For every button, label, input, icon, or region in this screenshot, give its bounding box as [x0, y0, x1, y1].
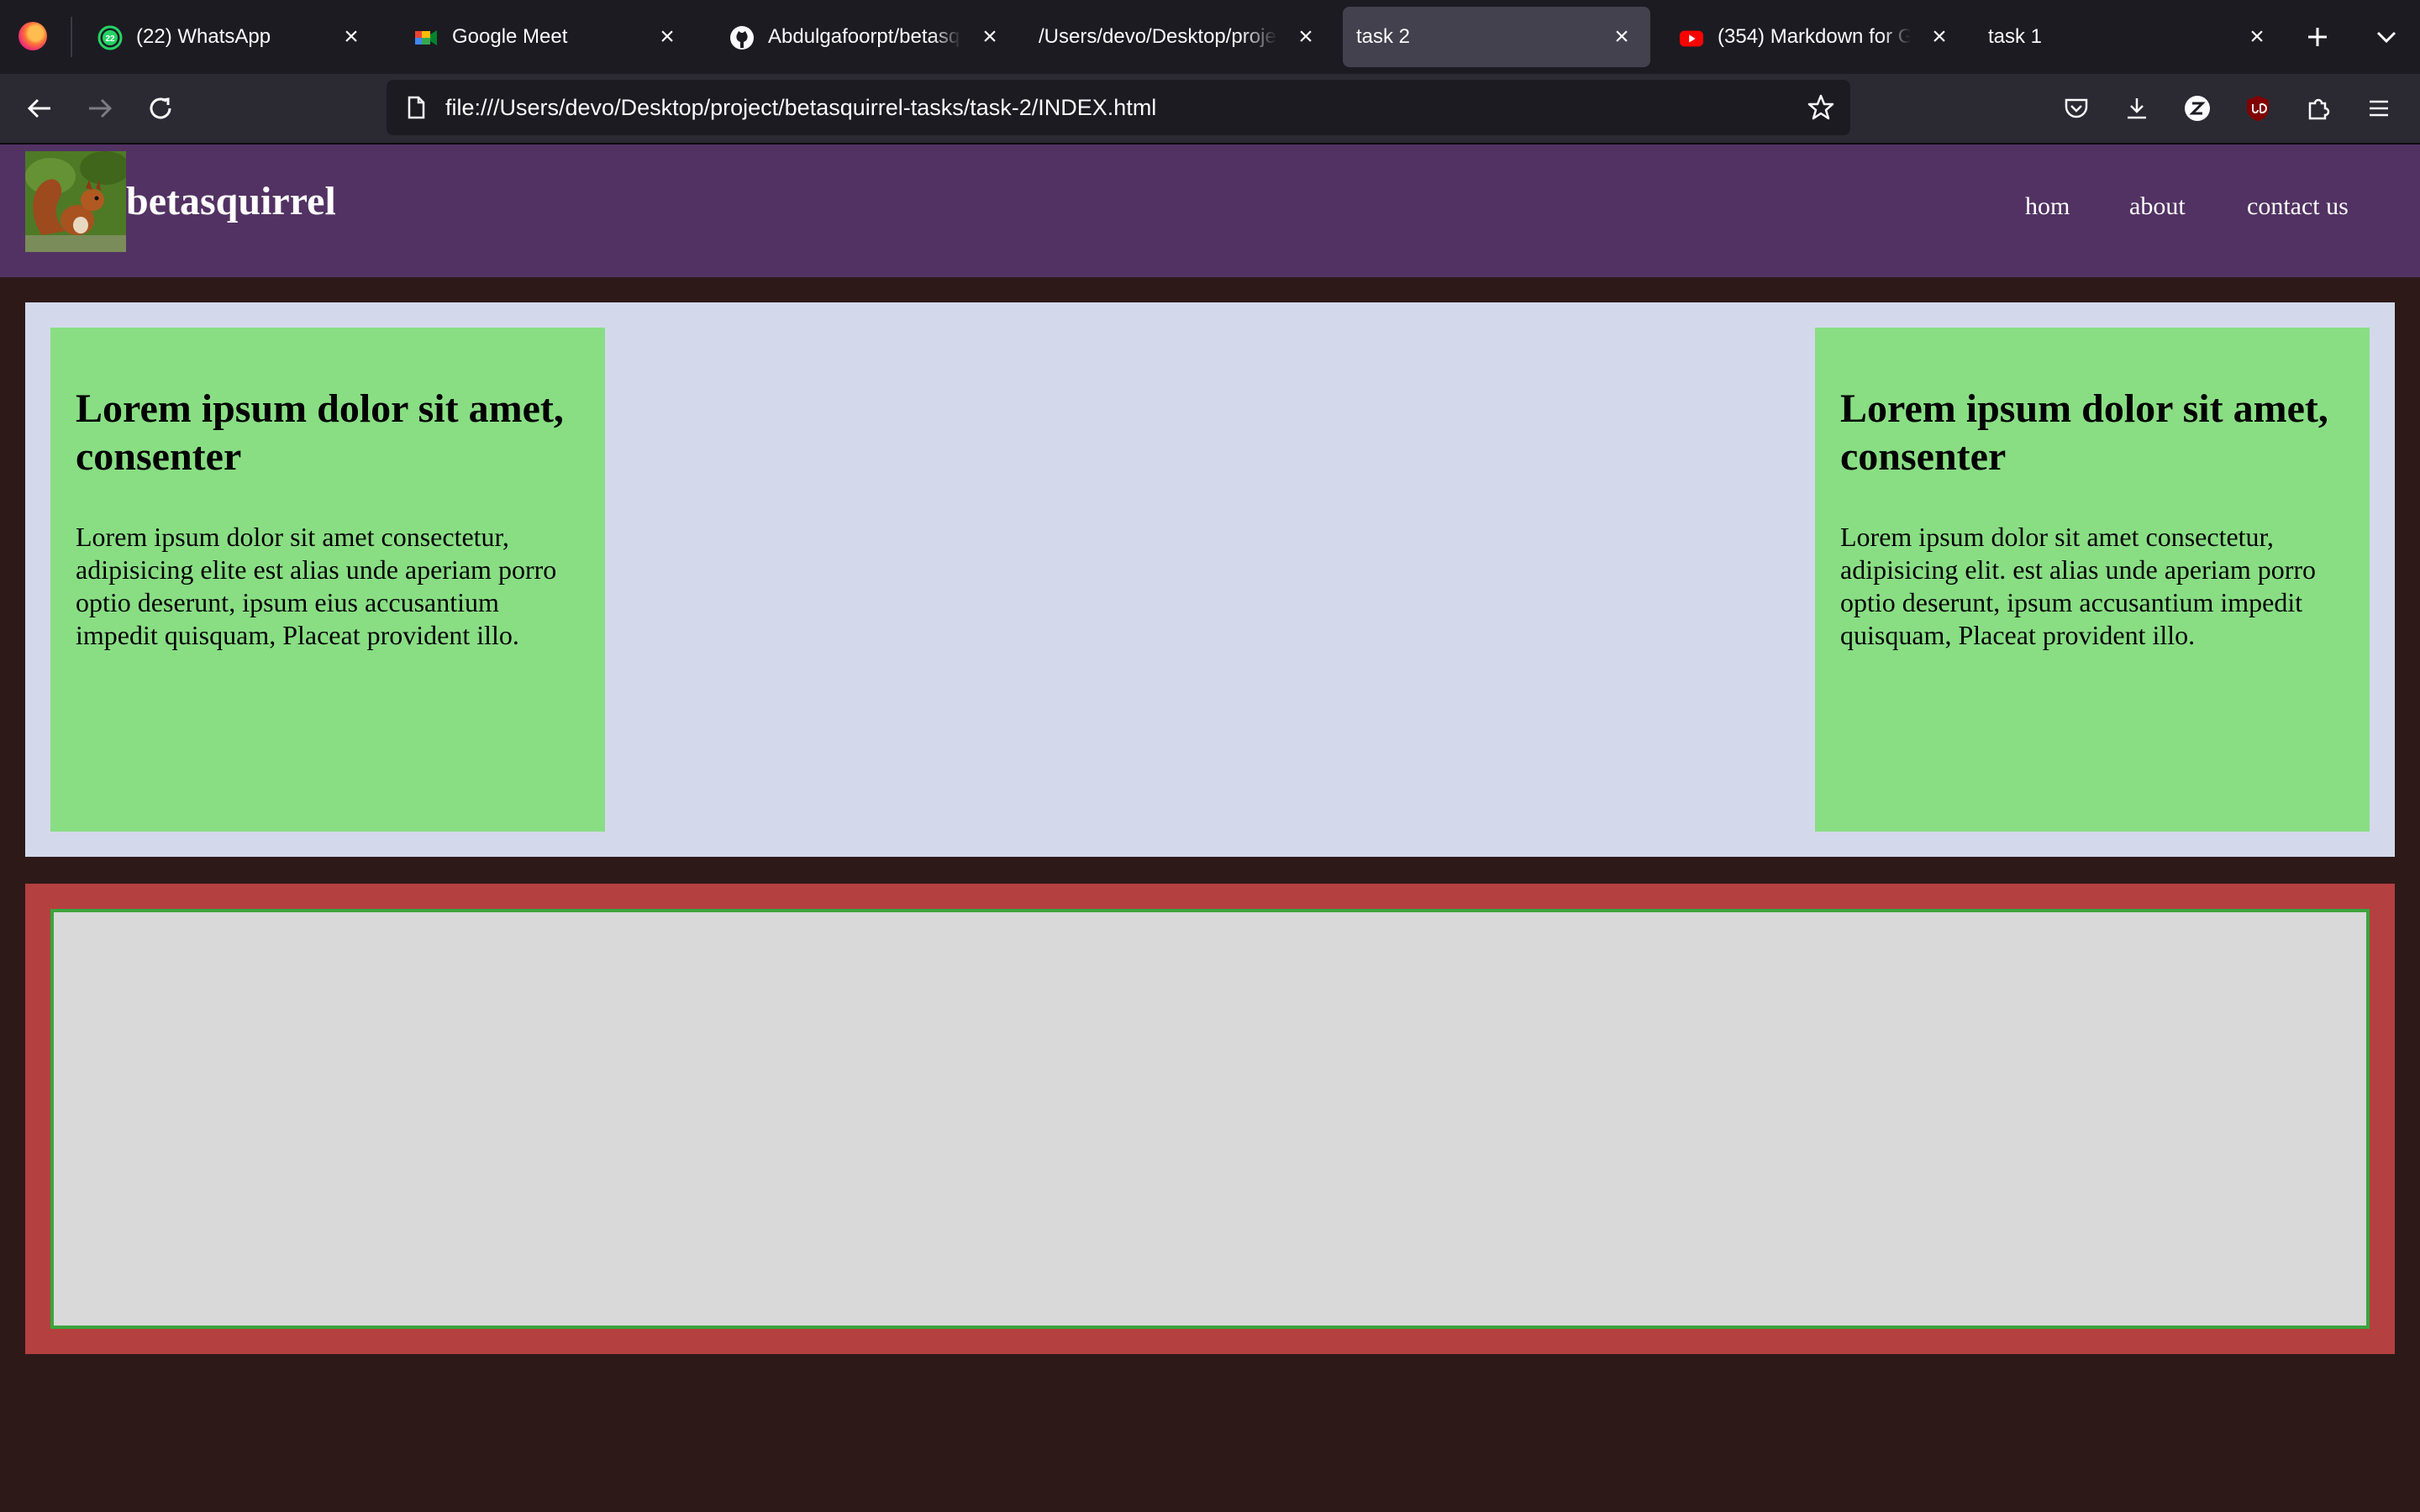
google-meet-icon [413, 25, 439, 50]
close-icon[interactable]: × [2244, 24, 2270, 50]
nav-link-about[interactable]: about [2129, 190, 2186, 223]
close-icon[interactable]: × [1292, 24, 1319, 50]
browser-window: 22 (22) WhatsApp × Google Meet × Abdulga… [0, 0, 2420, 1512]
url-text[interactable]: file:///Users/devo/Desktop/project/betas… [445, 93, 1156, 122]
reload-button[interactable] [139, 87, 182, 129]
site-header: betasquirrel hom about contact us [0, 144, 2420, 277]
tab-task-1[interactable]: task 1 × [1975, 7, 2286, 67]
inner-content-box [50, 909, 2370, 1329]
tab-label: Google Meet [452, 25, 568, 48]
tab-label: (22) WhatsApp [136, 25, 271, 48]
chevron-down-icon [2376, 31, 2396, 44]
url-bar[interactable]: file:///Users/devo/Desktop/project/betas… [387, 80, 1850, 135]
brand-name: betasquirrel [126, 179, 336, 223]
close-icon[interactable]: × [338, 24, 365, 50]
whatsapp-icon: 22 [97, 25, 123, 50]
forward-button[interactable] [79, 87, 121, 129]
zotero-extension-button[interactable] [2176, 87, 2218, 129]
download-icon [2128, 98, 2146, 119]
nav-link-contact[interactable]: contact us [2247, 190, 2349, 223]
page-viewport: betasquirrel hom about contact us Lorem … [0, 144, 2420, 1512]
new-tab-button[interactable] [2297, 17, 2338, 57]
tab-label: /Users/devo/Desktop/project/betasquirrel… [1039, 25, 1277, 48]
nav-link-home[interactable]: hom [2025, 190, 2070, 223]
card-body: Lorem ipsum dolor sit amet consectetur, … [1840, 522, 2317, 650]
zotero-icon [2185, 96, 2210, 121]
bookmark-star-icon[interactable] [1805, 92, 1837, 123]
card-title: Lorem ipsum dolor sit amet, consenter [1840, 386, 2328, 479]
bottom-section [25, 884, 2395, 1354]
page-icon [408, 96, 425, 119]
svg-text:22: 22 [105, 34, 115, 44]
tab-strip: 22 (22) WhatsApp × Google Meet × Abdulga… [0, 0, 2420, 74]
card-right: Lorem ipsum dolor sit amet, consenter Lo… [1815, 328, 2370, 832]
ublock-shield-icon [2247, 96, 2269, 121]
ublock-extension-button[interactable] [2237, 87, 2279, 129]
close-icon[interactable]: × [976, 24, 1003, 50]
tab-github[interactable]: Abdulgafoorpt/betasquirrel-tasks × [709, 7, 1012, 67]
pocket-icon [2065, 98, 2088, 118]
tab-label: task 1 [1988, 25, 2043, 48]
close-icon[interactable]: × [1926, 24, 1953, 50]
hamburger-menu-icon [2370, 100, 2388, 117]
tab-label: (354) Markdown for Git users [1718, 25, 1911, 48]
tab-separator [71, 17, 72, 57]
tab-label: Abdulgafoorpt/betasquirrel-tasks [768, 25, 961, 48]
tab-whatsapp[interactable]: 22 (22) WhatsApp × [77, 7, 380, 67]
arrow-left-icon [27, 98, 50, 118]
reload-icon [150, 97, 171, 119]
pocket-button[interactable] [2055, 87, 2097, 129]
plus-icon [2308, 28, 2327, 46]
close-icon[interactable]: × [654, 24, 681, 50]
back-button[interactable] [18, 87, 60, 129]
tab-google-meet[interactable]: Google Meet × [393, 7, 696, 67]
squirrel-logo-image [25, 151, 126, 252]
tab-label: task 2 [1356, 25, 1411, 48]
arrow-right-icon [89, 98, 113, 118]
github-icon [729, 25, 755, 50]
tab-task-2[interactable]: task 2 × [1343, 7, 1650, 67]
cards-section: Lorem ipsum dolor sit amet, consenter Lo… [25, 302, 2395, 857]
tab-file-directory[interactable]: /Users/devo/Desktop/project/betasquirrel… [1025, 7, 1328, 67]
navigation-toolbar: file:///Users/devo/Desktop/project/betas… [0, 74, 2420, 144]
firefox-icon[interactable] [18, 22, 47, 50]
downloads-button[interactable] [2116, 87, 2158, 129]
card-title: Lorem ipsum dolor sit amet, consenter [76, 386, 564, 479]
tab-youtube[interactable]: (354) Markdown for Git users × [1659, 7, 1961, 67]
menu-button[interactable] [2358, 87, 2400, 129]
puzzle-piece-icon [2308, 98, 2330, 120]
extensions-button[interactable] [2297, 87, 2339, 129]
list-all-tabs-button[interactable] [2366, 17, 2407, 57]
close-icon[interactable]: × [1608, 24, 1635, 50]
card-left: Lorem ipsum dolor sit amet, consenter Lo… [50, 328, 605, 832]
youtube-icon [1679, 25, 1704, 50]
card-body: Lorem ipsum dolor sit amet consectetur, … [76, 522, 557, 650]
